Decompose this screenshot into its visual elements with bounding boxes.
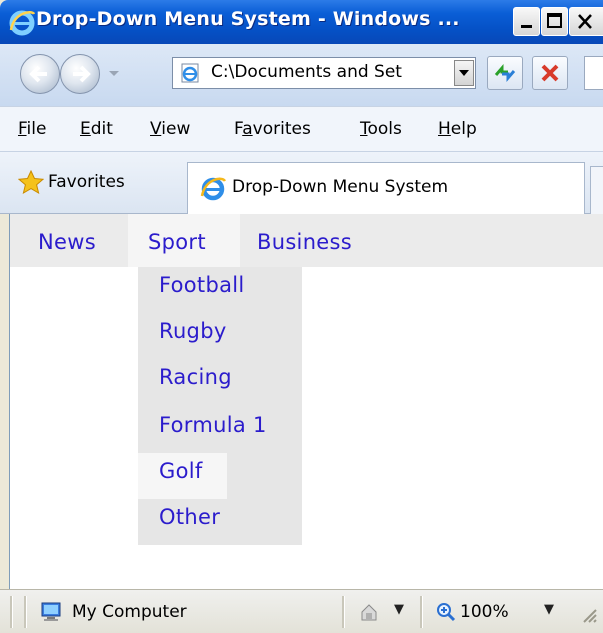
status-divider xyxy=(420,596,423,628)
title-bar[interactable]: Drop-Down Menu System - Windows ... xyxy=(0,0,603,44)
new-tab-button[interactable] xyxy=(590,166,603,214)
favorites-star-icon xyxy=(18,170,44,194)
refresh-icon xyxy=(494,63,516,83)
menu-tools[interactable]: Tools xyxy=(360,119,402,139)
menu-edit[interactable]: Edit xyxy=(80,119,113,139)
zoom-icon xyxy=(437,603,456,622)
page-content: News Sport Business Football Rugby Racin… xyxy=(10,214,603,589)
status-divider xyxy=(10,596,13,628)
recent-pages-dropdown[interactable] xyxy=(107,66,121,80)
status-divider xyxy=(24,596,27,628)
chevron-down-icon xyxy=(459,70,469,76)
page-icon xyxy=(181,63,199,83)
nav-link-news[interactable]: News xyxy=(38,230,96,254)
ie-logo-icon xyxy=(9,10,36,36)
address-field[interactable]: C:\Documents and Set xyxy=(172,57,476,89)
nav-link-sport[interactable]: Sport xyxy=(148,230,206,254)
close-icon xyxy=(578,14,592,29)
status-divider xyxy=(342,596,345,628)
window-title: Drop-Down Menu System - Windows ... xyxy=(36,8,460,30)
stop-icon xyxy=(541,64,559,82)
zoom-dropdown[interactable]: ▼ xyxy=(544,602,554,617)
nav-link-business[interactable]: Business xyxy=(257,230,352,254)
dropdown-item-rugby[interactable]: Rugby xyxy=(138,313,302,359)
dropdown-item-racing[interactable]: Racing xyxy=(138,359,302,405)
tab-title: Drop-Down Menu System xyxy=(232,177,449,197)
browser-window: Drop-Down Menu System - Windows ... C:\D… xyxy=(0,0,603,633)
address-text: C:\Documents and Set xyxy=(211,62,402,82)
zoom-level[interactable]: 100% xyxy=(460,602,509,622)
site-nav-bar: News Sport Business xyxy=(10,214,603,267)
menu-file[interactable]: File xyxy=(18,119,46,139)
forward-button[interactable] xyxy=(60,54,100,94)
dropdown-item-formula-1[interactable]: Formula 1 xyxy=(138,407,302,453)
stop-button[interactable] xyxy=(532,56,568,90)
minimize-button[interactable] xyxy=(513,7,540,36)
protected-mode-icon[interactable] xyxy=(358,602,380,622)
ie-logo-icon xyxy=(200,177,226,201)
menu-bar: File Edit View Favorites Tools Help xyxy=(0,106,603,152)
sport-dropdown-menu: Football Rugby Racing Formula 1 Golf Oth… xyxy=(138,267,302,545)
browser-tab[interactable]: Drop-Down Menu System xyxy=(187,162,585,214)
forward-arrow-icon xyxy=(73,65,91,83)
favorites-bar: Favorites Drop-Down Menu System xyxy=(0,152,603,214)
menu-favorites[interactable]: Favorites xyxy=(234,119,311,139)
dropdown-item-golf[interactable]: Golf xyxy=(138,453,227,499)
maximize-button[interactable] xyxy=(541,7,568,36)
address-toolbar: C:\Documents and Set xyxy=(0,44,603,106)
window-border xyxy=(0,214,10,589)
maximize-icon xyxy=(547,13,562,28)
resize-grip-icon[interactable] xyxy=(578,604,598,624)
protected-mode-dropdown[interactable]: ▼ xyxy=(394,602,404,617)
dropdown-item-other[interactable]: Other xyxy=(138,499,302,545)
address-dropdown-button[interactable] xyxy=(454,60,474,86)
security-zone-label: My Computer xyxy=(72,602,187,622)
dropdown-item-football[interactable]: Football xyxy=(138,267,302,313)
computer-icon xyxy=(41,602,61,621)
status-bar: My Computer ▼ 100% ▼ xyxy=(0,589,603,633)
menu-help[interactable]: Help xyxy=(438,119,477,139)
close-button[interactable] xyxy=(569,7,603,36)
refresh-button[interactable] xyxy=(487,56,523,90)
back-button[interactable] xyxy=(20,54,60,94)
favorites-label: Favorites xyxy=(48,172,125,192)
minimize-icon xyxy=(521,25,532,28)
back-arrow-icon xyxy=(29,65,47,83)
search-field[interactable] xyxy=(584,56,603,90)
menu-view[interactable]: View xyxy=(150,119,190,139)
